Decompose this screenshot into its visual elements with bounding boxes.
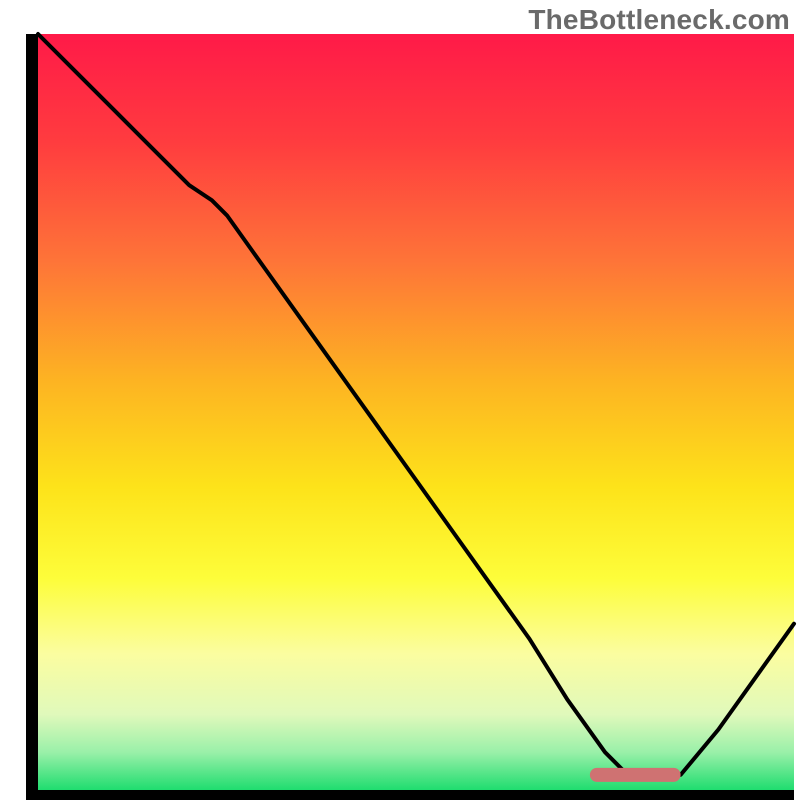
bottleneck-chart <box>0 0 800 800</box>
chart-stage: TheBottleneck.com <box>0 0 800 800</box>
optimal-range-marker <box>590 768 681 782</box>
watermark-text: TheBottleneck.com <box>528 4 790 36</box>
